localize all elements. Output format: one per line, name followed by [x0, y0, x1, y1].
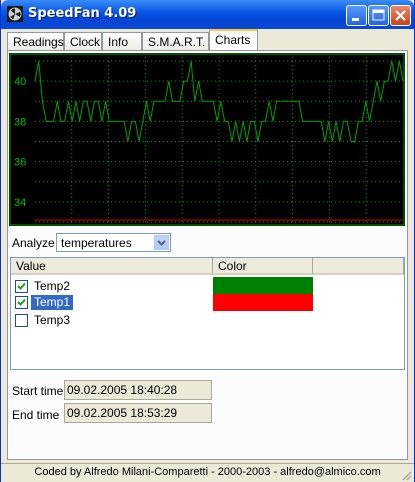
resize-grip-icon[interactable]	[400, 469, 412, 481]
column-header-label: Value	[16, 259, 46, 273]
chevron-down-icon	[157, 240, 166, 246]
maximize-button[interactable]	[368, 5, 389, 26]
minimize-icon	[352, 18, 359, 21]
tab-label: Charts	[215, 33, 251, 47]
tab-label: Clock	[70, 35, 101, 49]
column-header-color[interactable]: Color	[213, 258, 313, 275]
close-button[interactable]	[390, 5, 411, 26]
fan-icon	[7, 6, 23, 22]
list-item-label: Temp3	[34, 313, 71, 327]
tab-label: Readings	[13, 35, 64, 49]
analyze-label: Analyze	[12, 236, 55, 250]
status-bar: Coded by Alfredo Milani-Comparetti - 200…	[1, 463, 414, 482]
temperature-chart: 34 36 38 40	[9, 53, 405, 226]
tab-clock[interactable]: Clock	[64, 32, 102, 50]
end-time-field[interactable]: 09.02.2005 18:53:29	[64, 403, 212, 423]
start-time-field[interactable]: 09.02.2005 18:40:28	[64, 380, 212, 400]
checkmark-icon	[17, 298, 26, 306]
analyze-dropdown[interactable]: temperatures	[56, 233, 171, 252]
y-tick-label: 38	[14, 116, 26, 128]
tab-smart[interactable]: S.M.A.R.T.	[142, 32, 209, 50]
y-tick-label: 36	[14, 157, 26, 169]
speedfan-window: SpeedFan 4.09 Readings Clock Info S.M.A.…	[0, 0, 415, 482]
checkbox-temp3[interactable]	[15, 314, 28, 327]
window-title: SpeedFan 4.09	[28, 6, 137, 21]
title-bar[interactable]: SpeedFan 4.09	[1, 0, 414, 29]
column-header-value[interactable]: Value	[11, 258, 213, 275]
sensor-list[interactable]: Value Color Temp2 Temp1 Temp3	[10, 257, 405, 370]
list-item-label: Temp2	[34, 279, 71, 293]
tab-label: Info	[108, 35, 129, 49]
list-item-label: Temp1	[31, 295, 74, 310]
color-swatch-temp2[interactable]	[213, 277, 313, 294]
minimize-button[interactable]	[346, 5, 367, 26]
dropdown-button[interactable]	[154, 235, 169, 250]
close-icon	[395, 10, 406, 21]
column-header-label: Color	[218, 259, 247, 273]
tab-charts[interactable]: Charts	[209, 29, 258, 50]
start-time-label: Start time	[12, 384, 64, 398]
column-header-empty	[313, 258, 404, 275]
tab-readings[interactable]: Readings	[7, 32, 64, 50]
analyze-value: temperatures	[61, 236, 132, 250]
y-tick-label: 40	[14, 76, 26, 88]
tab-info[interactable]: Info	[102, 32, 142, 50]
tab-label: S.M.A.R.T.	[148, 35, 206, 49]
chart-frame	[9, 53, 405, 226]
status-text: Coded by Alfredo Milani-Comparetti - 200…	[34, 466, 381, 478]
checkbox-temp2[interactable]	[15, 280, 28, 293]
end-time-label: End time	[12, 408, 60, 422]
maximize-icon	[372, 9, 385, 21]
y-tick-label: 34	[14, 197, 26, 209]
checkbox-temp1[interactable]	[15, 296, 28, 309]
color-swatch-temp1[interactable]	[213, 294, 313, 311]
checkmark-icon	[17, 282, 26, 290]
